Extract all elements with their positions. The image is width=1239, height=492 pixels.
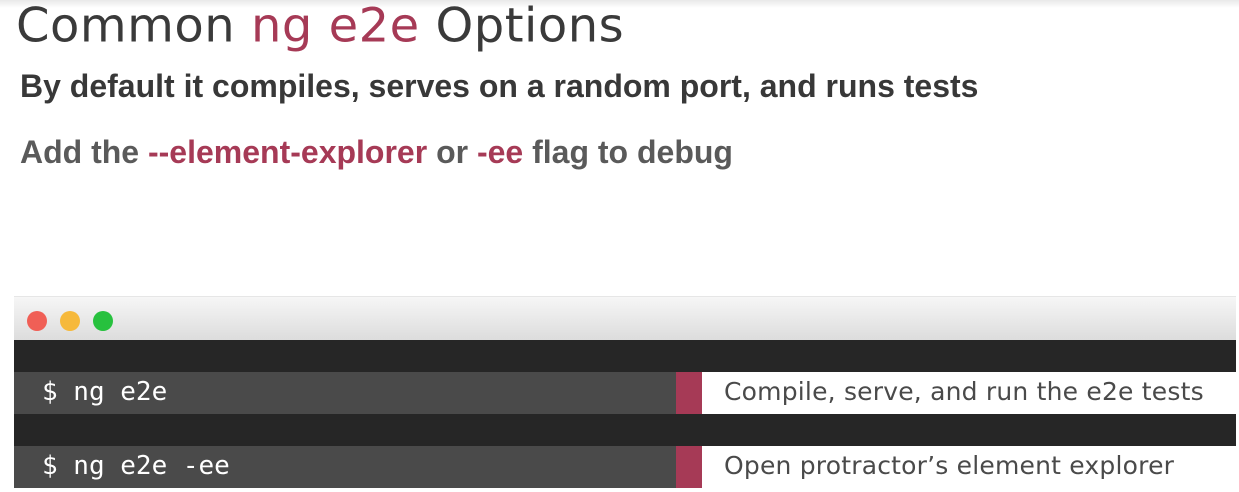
terminal-command: $ ng e2e: [14, 372, 676, 414]
bullet-default-behavior: By default it compiles, serves on a rand…: [20, 68, 979, 104]
line2-text-mid: or: [427, 134, 477, 170]
title-text-post: Options: [419, 0, 625, 54]
row-accent-bar: [676, 446, 702, 488]
title-text-pre: Common: [16, 0, 251, 54]
flag-element-explorer: --element-explorer: [147, 134, 428, 170]
terminal-spacer: [14, 340, 1236, 372]
line2-text-pre: Add the: [20, 134, 148, 170]
bullet-debug-flag: Add the --element-explorer or -ee flag t…: [20, 132, 733, 172]
line2-text-post: flag to debug: [523, 134, 733, 170]
terminal-window: $ ng e2e Compile, serve, and run the e2e…: [14, 296, 1236, 492]
terminal-titlebar: [14, 296, 1236, 341]
title-text-accent: ng e2e: [250, 0, 420, 54]
command-description: Compile, serve, and run the e2e tests: [702, 372, 1236, 414]
row-accent-bar: [676, 372, 702, 414]
terminal-spacer: [14, 414, 1236, 446]
flag-ee: -ee: [476, 134, 524, 170]
slide-title: Common ng e2e Options: [16, 0, 624, 55]
command-description: Open protractor’s element explorer: [702, 446, 1236, 488]
minimize-window-icon[interactable]: [60, 311, 80, 331]
maximize-window-icon[interactable]: [93, 311, 113, 331]
terminal-command: $ ng e2e -ee: [14, 446, 676, 488]
close-window-icon[interactable]: [27, 311, 47, 331]
